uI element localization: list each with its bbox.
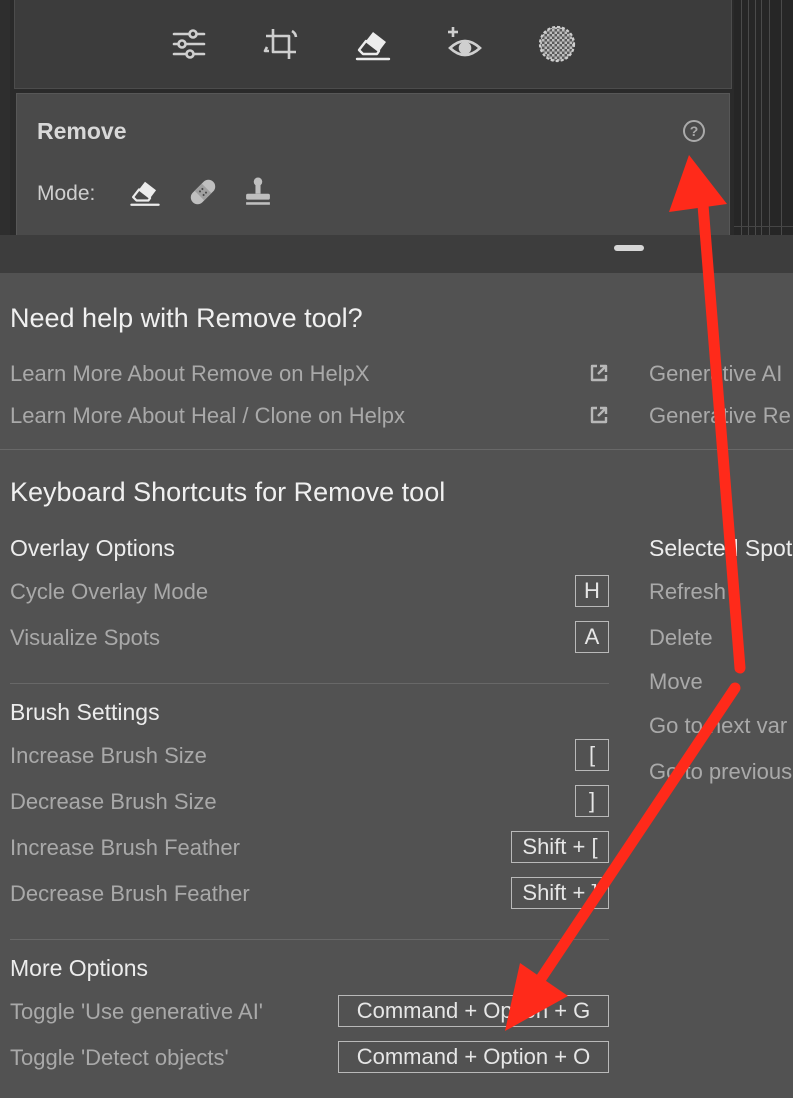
selected-spot-heading: Selected Spot (649, 535, 793, 561)
masking-icon[interactable] (537, 24, 577, 64)
link-generative-ai[interactable]: Generative AI (649, 361, 782, 387)
panel-frame-strip (733, 0, 793, 235)
shortcut-key: [ (575, 739, 609, 771)
bandage-mode-icon[interactable] (185, 174, 221, 210)
shortcut-key: Command + Option + O (338, 1041, 609, 1073)
divider (10, 939, 609, 940)
shortcut-label: Toggle 'Detect objects' (10, 1045, 229, 1070)
selected-spot-item: Go to next var (649, 713, 788, 738)
selected-spot-item: Delete (649, 625, 713, 650)
shortcut-label: Increase Brush Size (10, 743, 207, 768)
remove-title: Remove (37, 118, 127, 144)
popup-header (0, 235, 793, 273)
shortcut-key: Command + Option + G (338, 995, 609, 1027)
selected-spot-item: Refresh (649, 579, 727, 604)
help-icon[interactable]: ? (683, 120, 705, 142)
shortcut-label: Increase Brush Feather (10, 835, 240, 860)
help-heading: Need help with Remove tool? (10, 303, 363, 333)
overlay-options-heading: Overlay Options (10, 535, 175, 561)
shortcut-key: A (575, 621, 609, 653)
more-options-heading: More Options (10, 955, 149, 981)
link-generative-re[interactable]: Generative Re (649, 403, 791, 429)
drag-handle[interactable] (614, 245, 644, 251)
sliders-icon[interactable] (169, 24, 209, 64)
eraser-mode-icon[interactable] (127, 174, 163, 210)
help-popup: Need help with Remove tool? Learn More A… (0, 235, 793, 1098)
shortcut-key: ] (575, 785, 609, 817)
external-link-icon[interactable] (588, 362, 610, 384)
develop-tool-panel: Remove ? Mode: (10, 0, 734, 245)
shortcut-key: H (575, 575, 609, 607)
shortcut-key: Shift + ] (511, 877, 609, 909)
remove-section: Remove ? Mode: (16, 93, 730, 245)
mode-label: Mode: (37, 182, 96, 205)
shortcut-label: Decrease Brush Size (10, 789, 217, 814)
shortcuts-heading: Keyboard Shortcuts for Remove tool (10, 477, 446, 507)
brush-settings-heading: Brush Settings (10, 699, 160, 725)
shortcut-key: Shift + [ (511, 831, 609, 863)
link-remove-helpx[interactable]: Learn More About Remove on HelpX (10, 361, 370, 387)
shortcut-label: Toggle 'Use generative AI' (10, 999, 263, 1024)
redeye-icon[interactable] (445, 24, 485, 64)
shortcut-label: Decrease Brush Feather (10, 881, 250, 906)
stamp-mode-icon[interactable] (240, 174, 276, 210)
selected-spot-item: Move (649, 669, 703, 694)
divider (10, 683, 609, 684)
shortcut-label: Visualize Spots (10, 625, 161, 650)
shortcut-label: Cycle Overlay Mode (10, 579, 209, 604)
tool-strip (14, 0, 732, 89)
divider (0, 449, 793, 450)
crop-icon[interactable] (261, 24, 301, 64)
link-heal-clone-helpx[interactable]: Learn More About Heal / Clone on Helpx (10, 403, 405, 429)
eraser-icon[interactable] (353, 24, 393, 64)
selected-spot-item: Go to previous (649, 759, 793, 784)
external-link-icon[interactable] (588, 404, 610, 426)
